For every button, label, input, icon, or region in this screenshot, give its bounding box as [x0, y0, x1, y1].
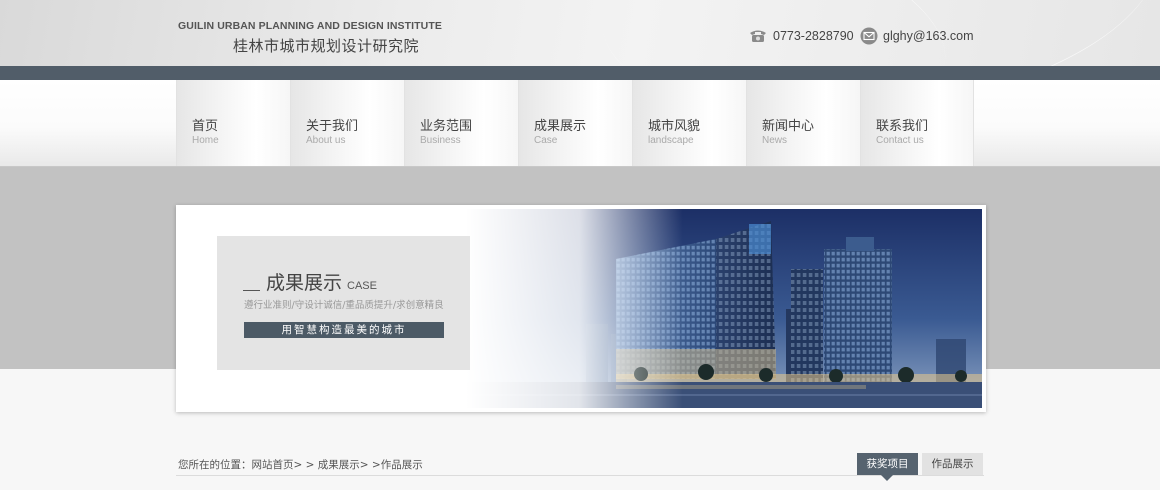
nav-item-contact[interactable]: 联系我们 Contact us — [860, 80, 974, 166]
nav-item-news[interactable]: 新闻中心 News — [746, 80, 860, 166]
banner-title-cn: 成果展示 — [266, 272, 343, 294]
nav-label-en: About us — [306, 135, 346, 146]
breadcrumb: 您所在的位置：网站首页> > 成果展示> >作品展示 — [178, 459, 423, 471]
banner-slogan: 用智慧构造最美的城市 — [244, 322, 444, 338]
phone-icon — [750, 30, 766, 42]
nav-label-en: Business — [420, 135, 461, 146]
nav-item-business[interactable]: 业务范围 Business — [404, 80, 518, 166]
nav-label-cn: 联系我们 — [876, 119, 929, 134]
phone-number: 0773-2828790 — [773, 29, 854, 43]
contact-email: glghy@163.com — [860, 26, 974, 46]
banner-caption-card: 成果展示 CASE 遵行业准则/守设计诚信/重品质提升/求创意精良 用智慧构造最美… — [217, 236, 470, 370]
nav-label-en: landscape — [648, 135, 694, 146]
nav-item-landscape[interactable]: 城市风貌 landscape — [632, 80, 746, 166]
nav-label-cn: 关于我们 — [306, 119, 359, 134]
tab-active-arrow — [881, 475, 893, 481]
nav-label-cn: 成果展示 — [534, 119, 587, 134]
logo-chinese[interactable]: 桂林市城市规划设计研究院 — [233, 35, 419, 56]
mail-icon — [860, 27, 878, 45]
header-divider-bar — [0, 66, 1160, 80]
city-skyline-image — [466, 209, 982, 408]
tab-works[interactable]: 作品展示 — [922, 453, 983, 475]
banner-title: 成果展示 CASE — [243, 268, 377, 295]
nav-item-case[interactable]: 成果展示 Case — [518, 80, 632, 166]
logo-english[interactable]: GUILIN URBAN PLANNING AND DESIGN INSTITU… — [178, 20, 442, 32]
content-divider — [176, 475, 984, 476]
nav-label-cn: 城市风貌 — [648, 119, 701, 134]
contact-phone: 0773-2828790 — [748, 26, 854, 46]
page-banner: 成果展示 CASE 遵行业准则/守设计诚信/重品质提升/求创意精良 用智慧构造最美… — [176, 205, 986, 412]
nav-label-en: Contact us — [876, 135, 924, 146]
email-address[interactable]: glghy@163.com — [883, 29, 974, 43]
nav-item-about[interactable]: 关于我们 About us — [290, 80, 404, 166]
nav-label-en: Home — [192, 135, 219, 146]
tab-label: 作品展示 — [931, 458, 974, 470]
tab-label: 获奖项目 — [866, 458, 909, 470]
banner-subtitle: 遵行业准则/守设计诚信/重品质提升/求创意精良 — [244, 300, 444, 311]
nav-label-cn: 新闻中心 — [762, 119, 815, 134]
title-dash — [243, 290, 260, 291]
tab-awarded-projects[interactable]: 获奖项目 — [857, 453, 918, 481]
site-header: GUILIN URBAN PLANNING AND DESIGN INSTITU… — [0, 0, 1160, 66]
banner-title-en: CASE — [347, 280, 377, 292]
nav-item-home[interactable]: 首页 Home — [176, 80, 290, 166]
nav-label-en: Case — [534, 135, 558, 146]
nav-label-cn: 首页 — [192, 119, 219, 134]
main-nav: 首页 Home 关于我们 About us 业务范围 Business 成果展示… — [0, 80, 1160, 167]
nav-label-cn: 业务范围 — [420, 119, 473, 134]
nav-label-en: News — [762, 135, 788, 146]
